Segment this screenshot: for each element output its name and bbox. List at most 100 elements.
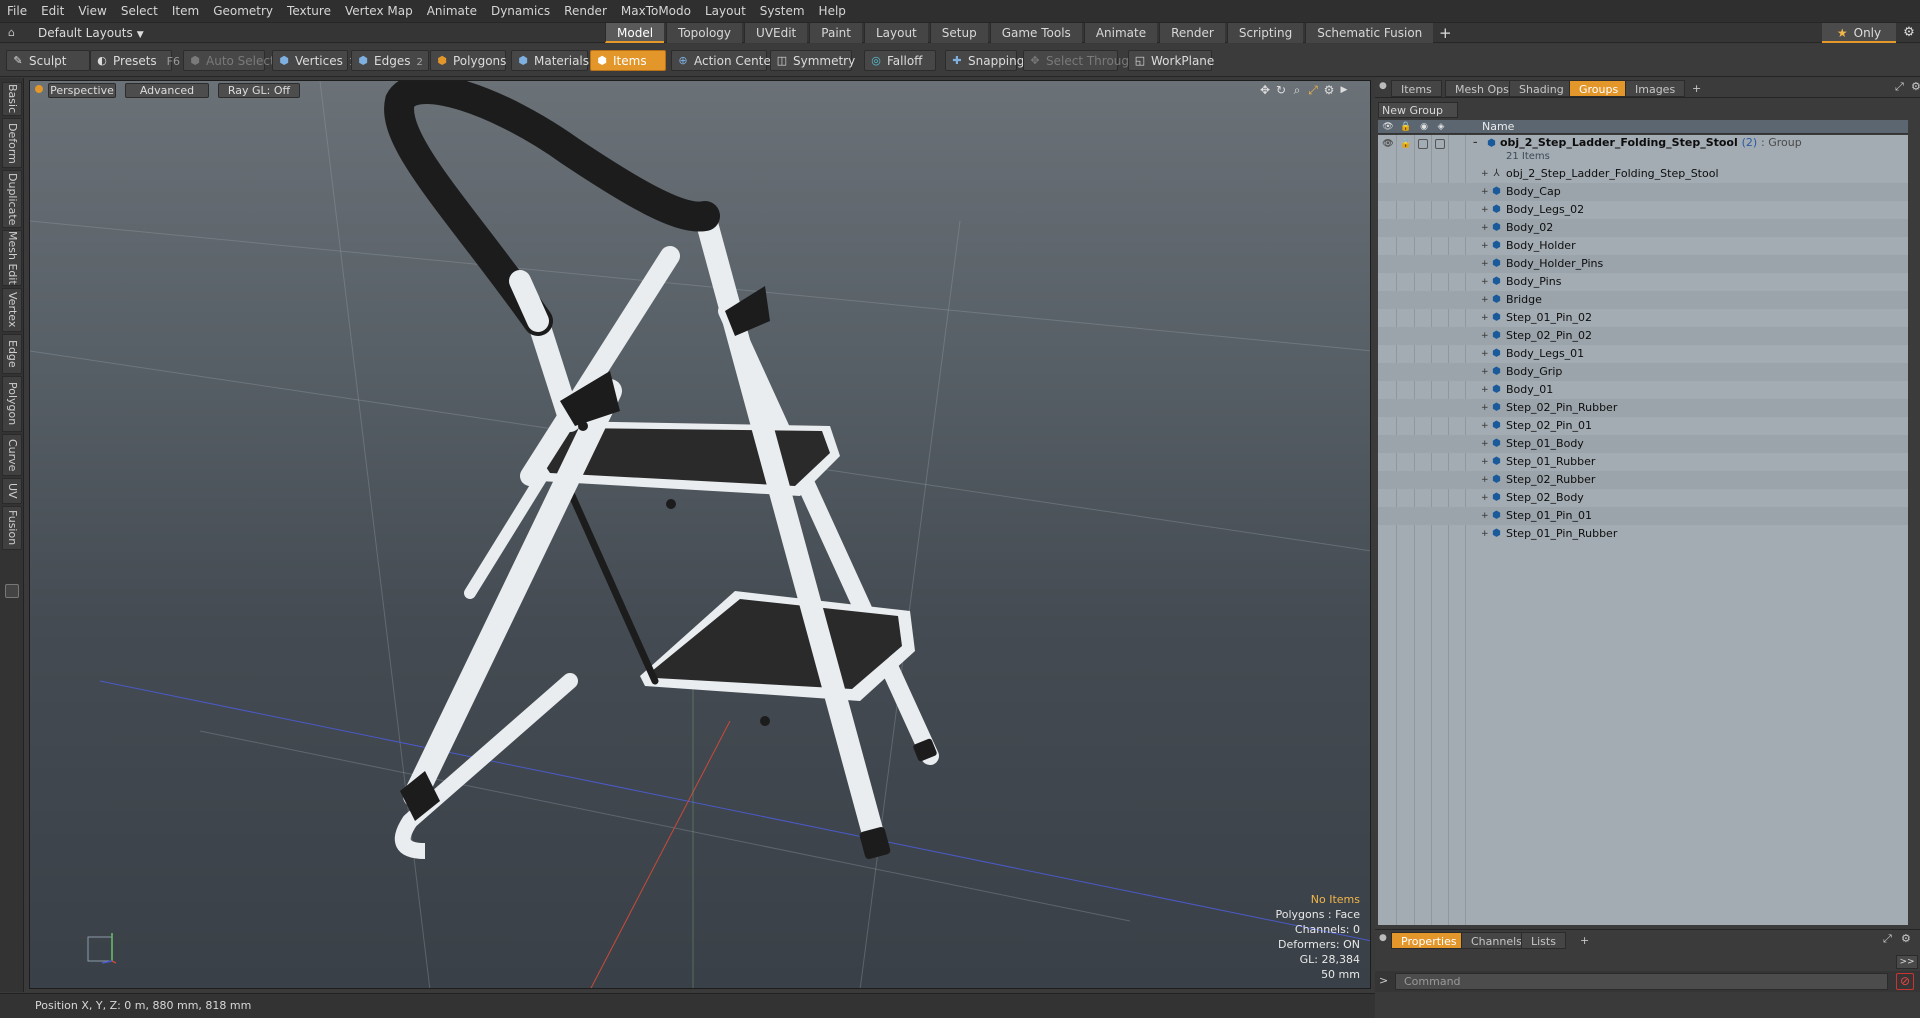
panel-expand-icon[interactable]: ⤢ [1895, 80, 1904, 94]
list-item[interactable]: + ⬢ Step_01_Rubber [1378, 453, 1908, 471]
expand-icon[interactable]: + [1481, 417, 1489, 435]
expand-icon[interactable]: + [1481, 453, 1489, 471]
rotate-icon[interactable]: ↻ [1274, 83, 1288, 97]
panel-tab-groups[interactable]: Groups [1569, 80, 1629, 97]
list-item[interactable]: + ⬢ Body_02 [1378, 219, 1908, 237]
list-item[interactable]: + ⬢ Step_02_Pin_02 [1378, 327, 1908, 345]
left-tab-uv[interactable]: UV [2, 478, 22, 504]
expand-icon[interactable]: + [1481, 363, 1489, 381]
expand-icon[interactable]: + [1481, 471, 1489, 489]
symmetry-button[interactable]: ◫ Symmetry [770, 50, 855, 71]
polygons-button[interactable]: ⬢ Polygons [430, 50, 506, 71]
panel-tab-mesh-ops[interactable]: Mesh Ops [1445, 80, 1519, 97]
panel-toggle-button[interactable] [5, 584, 19, 598]
layout-tab-animate[interactable]: Animate [1083, 23, 1158, 43]
sculpt-button[interactable]: ✎ Sculpt [6, 50, 90, 71]
pan-icon[interactable]: ✥ [1258, 83, 1272, 97]
menu-geometry[interactable]: Geometry [206, 0, 280, 22]
menu-dynamics[interactable]: Dynamics [484, 0, 557, 22]
eye-icon[interactable]: 👁 [1382, 138, 1394, 150]
vertices-button[interactable]: ⬢Vertices1 [272, 50, 355, 71]
properties-menu-dot-icon[interactable]: ● [1379, 933, 1387, 943]
left-tab-fusion[interactable]: Fusion [2, 506, 22, 550]
list-item[interactable]: + ⬢ Body_Holder_Pins [1378, 255, 1908, 273]
expand-icon[interactable]: + [1481, 291, 1489, 309]
home-icon[interactable]: ⌂ [8, 26, 22, 40]
list-item[interactable]: + ⬢ Step_01_Pin_Rubber [1378, 525, 1908, 543]
list-item[interactable]: + ⬢ Body_Legs_02 [1378, 201, 1908, 219]
render-toggle[interactable] [1418, 139, 1428, 149]
menu-render[interactable]: Render [557, 0, 614, 22]
list-item[interactable]: + ⬢ Bridge [1378, 291, 1908, 309]
add-panel-tab-icon[interactable]: + [1683, 80, 1710, 97]
lock-icon[interactable]: 🔒 [1400, 138, 1412, 150]
left-tab-vertex[interactable]: Vertex [2, 288, 22, 332]
layout-tab-layout[interactable]: Layout [863, 23, 928, 43]
layout-tab-model[interactable]: Model [605, 23, 665, 43]
ray-gl-button[interactable]: Ray GL: Off [218, 83, 300, 98]
menu-vertex-map[interactable]: Vertex Map [338, 0, 420, 22]
left-tab-duplicate[interactable]: Duplicate [2, 170, 22, 228]
list-item[interactable]: + ⬢ Step_01_Pin_02 [1378, 309, 1908, 327]
3d-viewport[interactable]: Perspective Advanced Ray GL: Off ✥ ↻ ⌕ ⤢… [29, 80, 1371, 989]
layout-tab-scripting[interactable]: Scripting [1226, 23, 1304, 43]
expand-icon[interactable]: + [1481, 237, 1489, 255]
layout-tab-game-tools[interactable]: Game Tools [989, 23, 1082, 43]
list-item[interactable]: + ⬢ Step_02_Pin_01 [1378, 417, 1908, 435]
panel-tab-shading[interactable]: Shading [1509, 80, 1574, 97]
expand-icon[interactable]: + [1481, 525, 1489, 543]
left-tab-edge[interactable]: Edge [2, 334, 22, 374]
layout-tab-setup[interactable]: Setup [929, 23, 988, 43]
properties-tab-lists[interactable]: Lists [1521, 932, 1566, 949]
list-item[interactable]: + ⬢ Body_Grip [1378, 363, 1908, 381]
add-properties-tab-icon[interactable]: + [1571, 932, 1598, 949]
panel-menu-dot-icon[interactable]: ● [1379, 81, 1387, 91]
render-header-icon[interactable]: ◉ [1418, 121, 1430, 133]
properties-expand-icon[interactable]: ⤢ [1883, 932, 1892, 946]
lock-header-icon[interactable]: 🔒 [1400, 121, 1412, 133]
left-tab-basic[interactable]: Basic [2, 82, 22, 116]
menu-system[interactable]: System [753, 0, 812, 22]
group-row[interactable]: 👁 🔒 – ⬢ obj_2_Step_Ladder_Folding_Step_S… [1378, 135, 1908, 151]
materials-button[interactable]: ⬢ Materials [511, 50, 589, 71]
menu-item[interactable]: Item [165, 0, 206, 22]
menu-edit[interactable]: Edit [34, 0, 71, 22]
name-column-header[interactable]: Name [1482, 120, 1514, 134]
snapping-button[interactable]: ✚ Snapping [945, 50, 1024, 71]
menu-file[interactable]: File [0, 0, 34, 22]
layout-tab-schematic-fusion[interactable]: Schematic Fusion [1305, 23, 1434, 43]
list-item[interactable]: + ⬢ Step_02_Body [1378, 489, 1908, 507]
command-input[interactable]: Command [1395, 973, 1888, 990]
expand-icon[interactable]: + [1481, 183, 1489, 201]
expand-icon[interactable]: + [1481, 255, 1489, 273]
advanced-button[interactable]: Advanced [125, 83, 209, 98]
action-center-button[interactable]: ⊕ Action Center [671, 50, 776, 71]
menu-texture[interactable]: Texture [280, 0, 338, 22]
expand-icon[interactable]: + [1481, 381, 1489, 399]
menu-view[interactable]: View [71, 0, 113, 22]
expand-icon[interactable]: + [1481, 309, 1489, 327]
perspective-button[interactable]: Perspective [48, 83, 116, 98]
expand-icon[interactable]: + [1481, 219, 1489, 237]
list-item[interactable]: + ⬢ Body_Holder [1378, 237, 1908, 255]
list-item[interactable]: + ⬢ Body_Pins [1378, 273, 1908, 291]
visibility-header-icon[interactable]: 👁 [1382, 121, 1394, 133]
list-item[interactable]: + ⬢ Step_01_Body [1378, 435, 1908, 453]
select-header-icon[interactable]: ◈ [1435, 121, 1447, 133]
expand-icon[interactable]: + [1481, 327, 1489, 345]
list-item[interactable]: + ⅄ obj_2_Step_Ladder_Folding_Step_Stool [1378, 165, 1908, 183]
select-through-button[interactable]: ✥ Select Through [1023, 50, 1137, 71]
expand-icon[interactable]: + [1481, 489, 1489, 507]
expand-icon[interactable]: + [1481, 399, 1489, 417]
list-item[interactable]: + ⬢ Body_Cap [1378, 183, 1908, 201]
panel-tab-images[interactable]: Images [1625, 80, 1686, 97]
stop-icon[interactable]: ⊘ [1896, 973, 1914, 990]
zoom-icon[interactable]: ⌕ [1290, 83, 1304, 97]
left-tab-curve[interactable]: Curve [2, 434, 22, 476]
items-button[interactable]: ⬢ Items [590, 50, 666, 71]
expand-icon[interactable]: + [1481, 507, 1489, 525]
menu-select[interactable]: Select [114, 0, 165, 22]
add-layout-tab-icon[interactable]: + [1435, 23, 1455, 43]
viewport-expand-icon[interactable]: ▶ [1337, 83, 1351, 97]
presets-button[interactable]: ◐ Presets F6 [90, 50, 180, 71]
